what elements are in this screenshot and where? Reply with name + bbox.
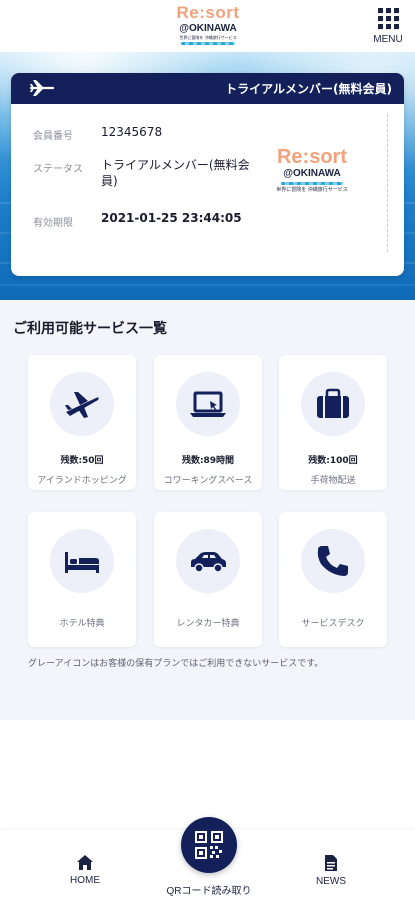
menu-label: MENU	[373, 34, 403, 45]
service-tile-hotel[interactable]: ホテル特典	[28, 512, 136, 647]
service-tile-baggage[interactable]: 残数:100回 手荷物配送	[279, 355, 387, 490]
airplane-icon	[29, 80, 55, 96]
service-name: コワーキングスペース	[163, 476, 253, 486]
nav-news[interactable]: NEWS	[308, 854, 354, 887]
bed-icon	[65, 552, 99, 573]
expiry-label: 有効期限	[33, 218, 73, 229]
status-label: ステータス	[33, 164, 83, 175]
service-name: サービスデスク	[301, 619, 365, 629]
card-title: トライアルメンバー(無料会員)	[225, 82, 392, 96]
service-tile-service-desk[interactable]: サービスデスク	[279, 512, 387, 647]
service-name: 手荷物配送	[310, 476, 356, 486]
service-count: 残数:100回	[308, 456, 358, 466]
card-logo-wave	[281, 182, 343, 185]
service-name: アイランドホッピング	[37, 476, 127, 486]
qr-code-icon	[195, 831, 223, 859]
service-name: レンタカー特典	[176, 619, 240, 629]
menu-button[interactable]: MENU	[371, 8, 405, 48]
nav-home-label: HOME	[70, 875, 100, 886]
nav-news-label: NEWS	[316, 876, 346, 887]
nav-qr-label: QRコード読み取り	[166, 886, 252, 897]
membership-card: トライアルメンバー(無料会員) 会員番号 12345678 ステータス トライア…	[11, 73, 404, 276]
logo-tagline: 世界に冒険を 沖縄旅行サービス	[179, 35, 237, 40]
logo-brand: Re:sort	[176, 3, 240, 22]
car-icon	[191, 552, 226, 573]
nav-home[interactable]: HOME	[62, 854, 108, 886]
service-tile-coworking[interactable]: 残数:89時間 コワーキングスペース	[154, 355, 262, 490]
services-title: ご利用可能サービス一覧	[13, 321, 167, 337]
card-logo-tagline: 世界に冒険を 沖縄旅行サービス	[276, 187, 348, 193]
service-count: 残数:50回	[60, 456, 104, 466]
phone-icon	[317, 546, 348, 576]
services-section: ご利用可能サービス一覧 残数:50回 アイランドホッピング 残数:89時間 コワ…	[0, 300, 415, 720]
app-logo[interactable]: Re:sort @OKINAWA 世界に冒険を 沖縄旅行サービス	[172, 4, 244, 48]
home-icon	[77, 855, 93, 870]
card-header: トライアルメンバー(無料会員)	[11, 73, 404, 104]
expiry-value: 2021-01-25 23:44:05	[101, 211, 242, 225]
service-count: 残数:89時間	[181, 456, 235, 466]
availability-note: グレーアイコンはお客様の保有プランではご利用できないサービスです。	[28, 659, 324, 669]
laptop-icon	[190, 391, 226, 417]
qr-scan-button[interactable]	[181, 817, 237, 873]
service-tile-rental-car[interactable]: レンタカー特典	[154, 512, 262, 647]
card-body: 会員番号 12345678 ステータス トライアルメンバー(無料会員) 有効期限…	[11, 104, 404, 276]
airplane-icon	[65, 392, 99, 418]
status-value: トライアルメンバー(無料会員)	[101, 158, 250, 188]
member-number-label: 会員番号	[33, 131, 73, 142]
card-logo-sub: @OKINAWA	[283, 168, 341, 179]
grid-menu-icon	[371, 8, 405, 29]
suitcase-icon	[317, 388, 349, 418]
card-logo-brand: Re:sort	[276, 146, 347, 168]
service-tile-island-hopping[interactable]: 残数:50回 アイランドホッピング	[28, 355, 136, 490]
app-header: Re:sort @OKINAWA 世界に冒険を 沖縄旅行サービス MENU	[0, 0, 415, 52]
nav-qr[interactable]: QRコード読み取り	[150, 882, 268, 897]
service-name: ホテル特典	[59, 619, 105, 629]
document-icon	[325, 855, 337, 871]
card-logo: Re:sort @OKINAWA 世界に冒険を 沖縄旅行サービス	[269, 146, 355, 194]
logo-wave	[181, 42, 235, 45]
logo-sub: @OKINAWA	[179, 23, 237, 34]
perforation-line	[387, 114, 388, 252]
member-number-value: 12345678	[101, 125, 163, 139]
